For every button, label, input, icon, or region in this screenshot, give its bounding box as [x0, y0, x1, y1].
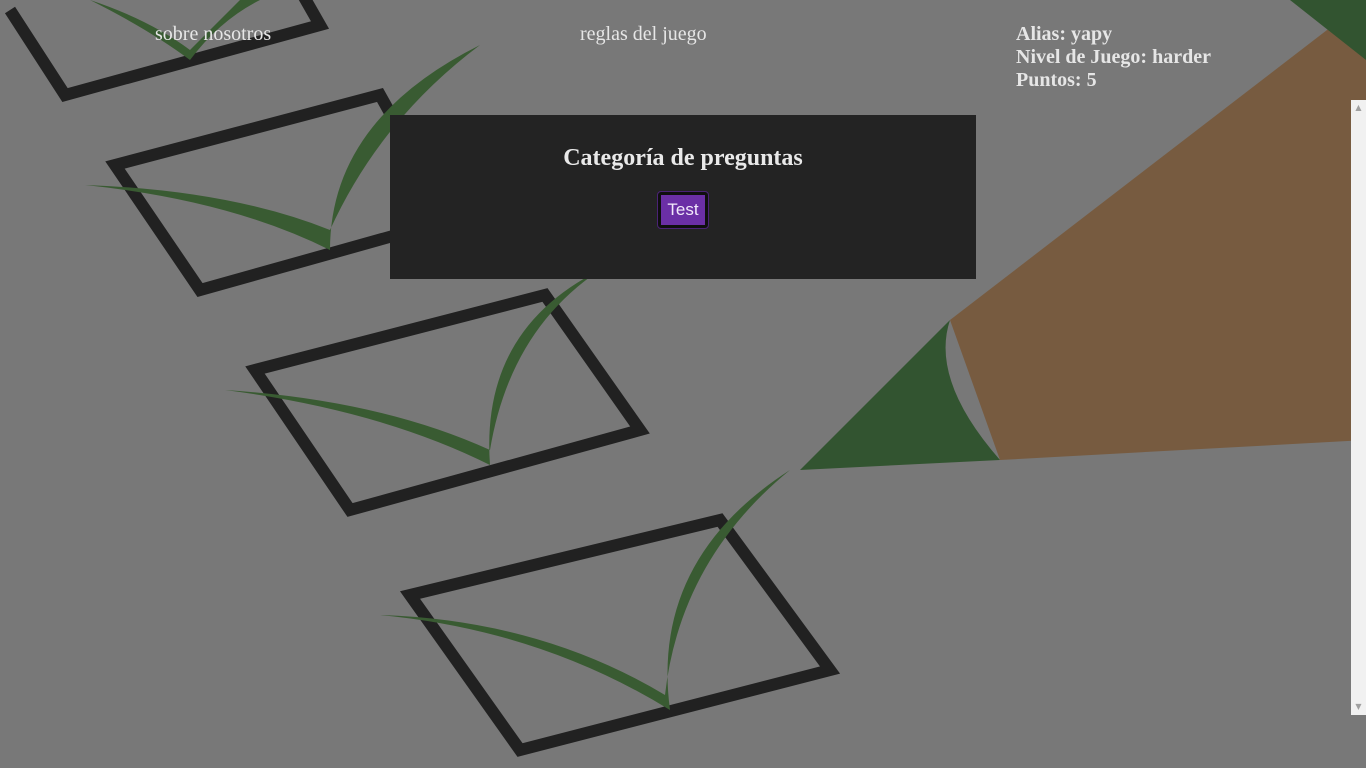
category-button-test[interactable]: Test — [657, 191, 709, 229]
nav-link-about[interactable]: sobre nosotros — [155, 23, 271, 46]
nav-link-rules[interactable]: reglas del juego — [580, 23, 707, 46]
triangle-up-icon[interactable]: ▲ — [1351, 102, 1366, 114]
category-modal: Categoría de preguntas Test — [390, 115, 976, 279]
player-level: Nivel de Juego: harder — [1016, 46, 1211, 68]
vertical-scrollbar[interactable]: ▲ ▼ — [1351, 100, 1366, 715]
modal-title: Categoría de preguntas — [563, 145, 803, 171]
player-points: Puntos: 5 — [1016, 69, 1097, 91]
player-info: Alias: yapy Nivel de Juego: harder Punto… — [1016, 23, 1211, 92]
player-alias: Alias: yapy — [1016, 23, 1113, 45]
triangle-down-icon[interactable]: ▼ — [1351, 701, 1366, 713]
